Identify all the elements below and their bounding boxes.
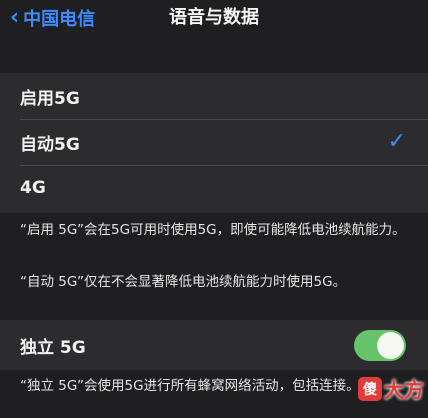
standalone-5g-label: 独立 5G bbox=[20, 337, 86, 358]
network-mode-group: 启用5G 自动5G ✓ 4G bbox=[0, 73, 428, 213]
standalone-5g-toggle[interactable] bbox=[354, 330, 406, 361]
note-enable-5g: “启用 5G”会在5G可用时使用5G，即使可能降低电池续航能力。 bbox=[20, 222, 406, 238]
watermark-badge: 傻 bbox=[358, 376, 382, 401]
option-label: 启用5G bbox=[20, 88, 80, 109]
option-4g[interactable]: 4G bbox=[0, 165, 428, 211]
toggle-knob bbox=[377, 332, 404, 359]
watermark-logo: 傻 大方 bbox=[358, 374, 424, 403]
option-label: 自动5G bbox=[20, 134, 80, 155]
standalone-5g-group: 独立 5G bbox=[0, 320, 428, 370]
option-label: 4G bbox=[20, 178, 46, 198]
checkmark-icon: ✓ bbox=[387, 129, 406, 154]
page-title: 语音与数据 bbox=[169, 7, 259, 28]
option-enable-5g[interactable]: 启用5G bbox=[0, 73, 428, 119]
watermark-text: 大方 bbox=[384, 378, 424, 402]
navigation-bar: ‹ 中国电信 语音与数据 bbox=[0, 0, 428, 36]
note-standalone-5g: “独立 5G”会使用5G进行所有蜂窝网络活动，包括连接。 bbox=[20, 378, 360, 394]
option-auto-5g[interactable]: 自动5G ✓ bbox=[0, 119, 428, 165]
note-auto-5g: “自动 5G”仅在不会显著降低电池续航能力时使用5G。 bbox=[20, 274, 347, 290]
standalone-5g-row: 独立 5G bbox=[0, 320, 428, 370]
